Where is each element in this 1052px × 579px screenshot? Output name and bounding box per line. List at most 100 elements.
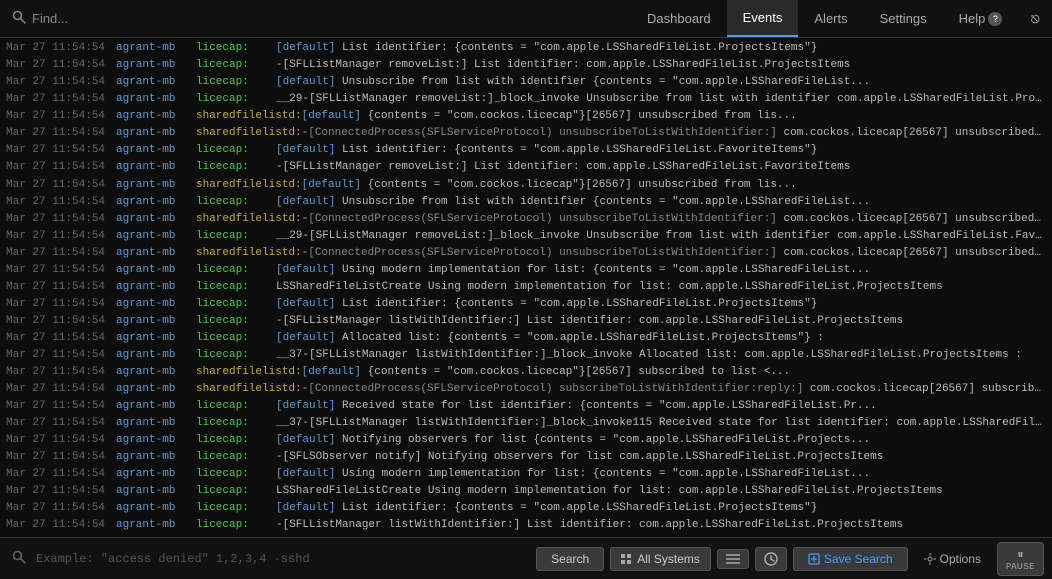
search-icon <box>12 10 26 28</box>
list-view-button[interactable] <box>717 549 749 569</box>
log-row: Mar 27 11:54:54 agrant-mb licecap: [defa… <box>0 466 1052 483</box>
log-process: licecap: <box>196 449 276 466</box>
log-process: licecap: <box>196 483 276 500</box>
logout-icon[interactable]: ⎋ <box>1018 0 1052 37</box>
log-row: Mar 27 11:54:54 agrant-mb licecap: LSSha… <box>0 483 1052 500</box>
log-process: licecap: <box>196 57 276 74</box>
options-label: Options <box>940 552 981 566</box>
nav-help[interactable]: Help ? <box>943 0 1019 37</box>
log-timestamp: Mar 27 11:54:54 <box>6 347 116 364</box>
log-user: agrant-mb <box>116 142 196 159</box>
log-row: Mar 27 11:54:54 agrant-mb licecap: [defa… <box>0 262 1052 279</box>
help-circle-icon: ? <box>988 12 1002 26</box>
log-timestamp: Mar 27 11:54:54 <box>6 279 116 296</box>
log-message: -[SFLListManager removeList:] List ident… <box>276 159 850 176</box>
log-timestamp: Mar 27 11:54:54 <box>6 466 116 483</box>
log-user: agrant-mb <box>116 57 196 74</box>
log-user: agrant-mb <box>116 330 196 347</box>
log-user: agrant-mb <box>116 517 196 534</box>
log-process: sharedfilelistd: <box>196 364 302 381</box>
nav-alerts[interactable]: Alerts <box>798 0 863 37</box>
log-process: licecap: <box>196 466 276 483</box>
global-search-area[interactable]: Find... <box>0 10 200 28</box>
log-user: agrant-mb <box>116 125 196 142</box>
log-process: licecap: <box>196 194 276 211</box>
log-process: licecap: <box>196 432 276 449</box>
log-message: __29-[SFLListManager removeList:]_block_… <box>276 228 1046 245</box>
log-process: licecap: <box>196 91 276 108</box>
find-label: Find... <box>32 11 68 26</box>
log-timestamp: Mar 27 11:54:54 <box>6 313 116 330</box>
log-row: Mar 27 11:54:54 agrant-mb licecap: __29-… <box>0 91 1052 108</box>
all-systems-button[interactable]: All Systems <box>610 547 711 571</box>
log-user: agrant-mb <box>116 228 196 245</box>
options-button[interactable]: Options <box>914 548 991 570</box>
log-message: -[SFLListManager listWithIdentifier:] Li… <box>276 517 903 534</box>
log-process: licecap: <box>196 313 276 330</box>
log-message: [default] {contents = "com.cockos.liceca… <box>302 364 791 381</box>
log-message: [default] List identifier: {contents = "… <box>276 142 817 159</box>
log-user: agrant-mb <box>116 159 196 176</box>
log-user: agrant-mb <box>116 500 196 517</box>
log-row: Mar 27 11:54:54 agrant-mb licecap: LSSha… <box>0 279 1052 296</box>
pause-button[interactable]: ⏸ PAUSE <box>997 542 1044 576</box>
log-row: Mar 27 11:54:54 agrant-mb licecap: [defa… <box>0 194 1052 211</box>
log-timestamp: Mar 27 11:54:54 <box>6 91 116 108</box>
log-process: sharedfilelistd: <box>196 381 302 398</box>
log-row: Mar 27 11:54:54 agrant-mb licecap: [defa… <box>0 142 1052 159</box>
log-user: agrant-mb <box>116 466 196 483</box>
log-timestamp: Mar 27 11:54:54 <box>6 159 116 176</box>
log-message: [default] Notifying observers for list {… <box>276 432 870 449</box>
log-process: sharedfilelistd: <box>196 125 302 142</box>
log-row: Mar 27 11:54:54 agrant-mb licecap: [defa… <box>0 398 1052 415</box>
log-row: Mar 27 11:54:54 agrant-mb licecap: -[SFL… <box>0 517 1052 534</box>
log-timestamp: Mar 27 11:54:54 <box>6 108 116 125</box>
log-row: Mar 27 11:54:54 agrant-mb sharedfilelist… <box>0 245 1052 262</box>
log-row: Mar 27 11:54:54 agrant-mb licecap: __37-… <box>0 347 1052 364</box>
log-message: __29-[SFLListManager removeList:]_block_… <box>276 91 1046 108</box>
log-user: agrant-mb <box>116 108 196 125</box>
log-timestamp: Mar 27 11:54:54 <box>6 40 116 57</box>
log-timestamp: Mar 27 11:54:54 <box>6 398 116 415</box>
save-search-button[interactable]: Save Search <box>793 547 908 571</box>
log-message: -[ConnectedProcess(SFLServiceProtocol) u… <box>302 211 1046 228</box>
log-message: [default] List identifier: {contents = "… <box>276 500 817 517</box>
bottom-search-icon <box>8 550 30 568</box>
log-process: sharedfilelistd: <box>196 177 302 194</box>
log-row: Mar 27 11:54:54 agrant-mb sharedfilelist… <box>0 211 1052 228</box>
log-user: agrant-mb <box>116 449 196 466</box>
log-process: licecap: <box>196 347 276 364</box>
log-timestamp: Mar 27 11:54:54 <box>6 364 116 381</box>
log-process: licecap: <box>196 74 276 91</box>
search-button[interactable]: Search <box>536 547 604 571</box>
log-timestamp: Mar 27 11:54:54 <box>6 296 116 313</box>
log-area[interactable]: Mar 27 11:54:54 agrant-mb licecap: -[SFL… <box>0 38 1052 537</box>
log-timestamp: Mar 27 11:54:54 <box>6 57 116 74</box>
log-row: Mar 27 11:54:54 agrant-mb licecap: __29-… <box>0 228 1052 245</box>
log-timestamp: Mar 27 11:54:54 <box>6 517 116 534</box>
nav-events[interactable]: Events <box>727 0 799 37</box>
search-input[interactable] <box>36 552 530 566</box>
log-process: licecap: <box>196 415 276 432</box>
log-row: Mar 27 11:54:54 agrant-mb sharedfilelist… <box>0 125 1052 142</box>
log-user: agrant-mb <box>116 245 196 262</box>
log-user: agrant-mb <box>116 40 196 57</box>
log-message: [default] Unsubscribe from list with ide… <box>276 194 870 211</box>
nav-settings[interactable]: Settings <box>864 0 943 37</box>
log-message: __37-[SFLListManager listWithIdentifier:… <box>276 347 1022 364</box>
log-user: agrant-mb <box>116 313 196 330</box>
log-message: [default] Received state for list identi… <box>276 398 877 415</box>
log-timestamp: Mar 27 11:54:54 <box>6 262 116 279</box>
log-row: Mar 27 11:54:54 agrant-mb licecap: [defa… <box>0 296 1052 313</box>
log-row: Mar 27 11:54:54 agrant-mb licecap: -[SFL… <box>0 449 1052 466</box>
nav-dashboard[interactable]: Dashboard <box>631 0 727 37</box>
log-row: Mar 27 11:54:54 agrant-mb sharedfilelist… <box>0 108 1052 125</box>
log-message: LSSharedFileListCreate Using modern impl… <box>276 483 943 500</box>
log-row: Mar 27 11:54:54 agrant-mb licecap: -[SFL… <box>0 159 1052 176</box>
log-process: licecap: <box>196 330 276 347</box>
pause-icon: ⏸ <box>1017 547 1023 562</box>
clock-button[interactable] <box>755 547 787 571</box>
log-process: licecap: <box>196 296 276 313</box>
log-message: [default] {contents = "com.cockos.liceca… <box>302 108 797 125</box>
log-message: [default] List identifier: {contents = "… <box>276 296 817 313</box>
